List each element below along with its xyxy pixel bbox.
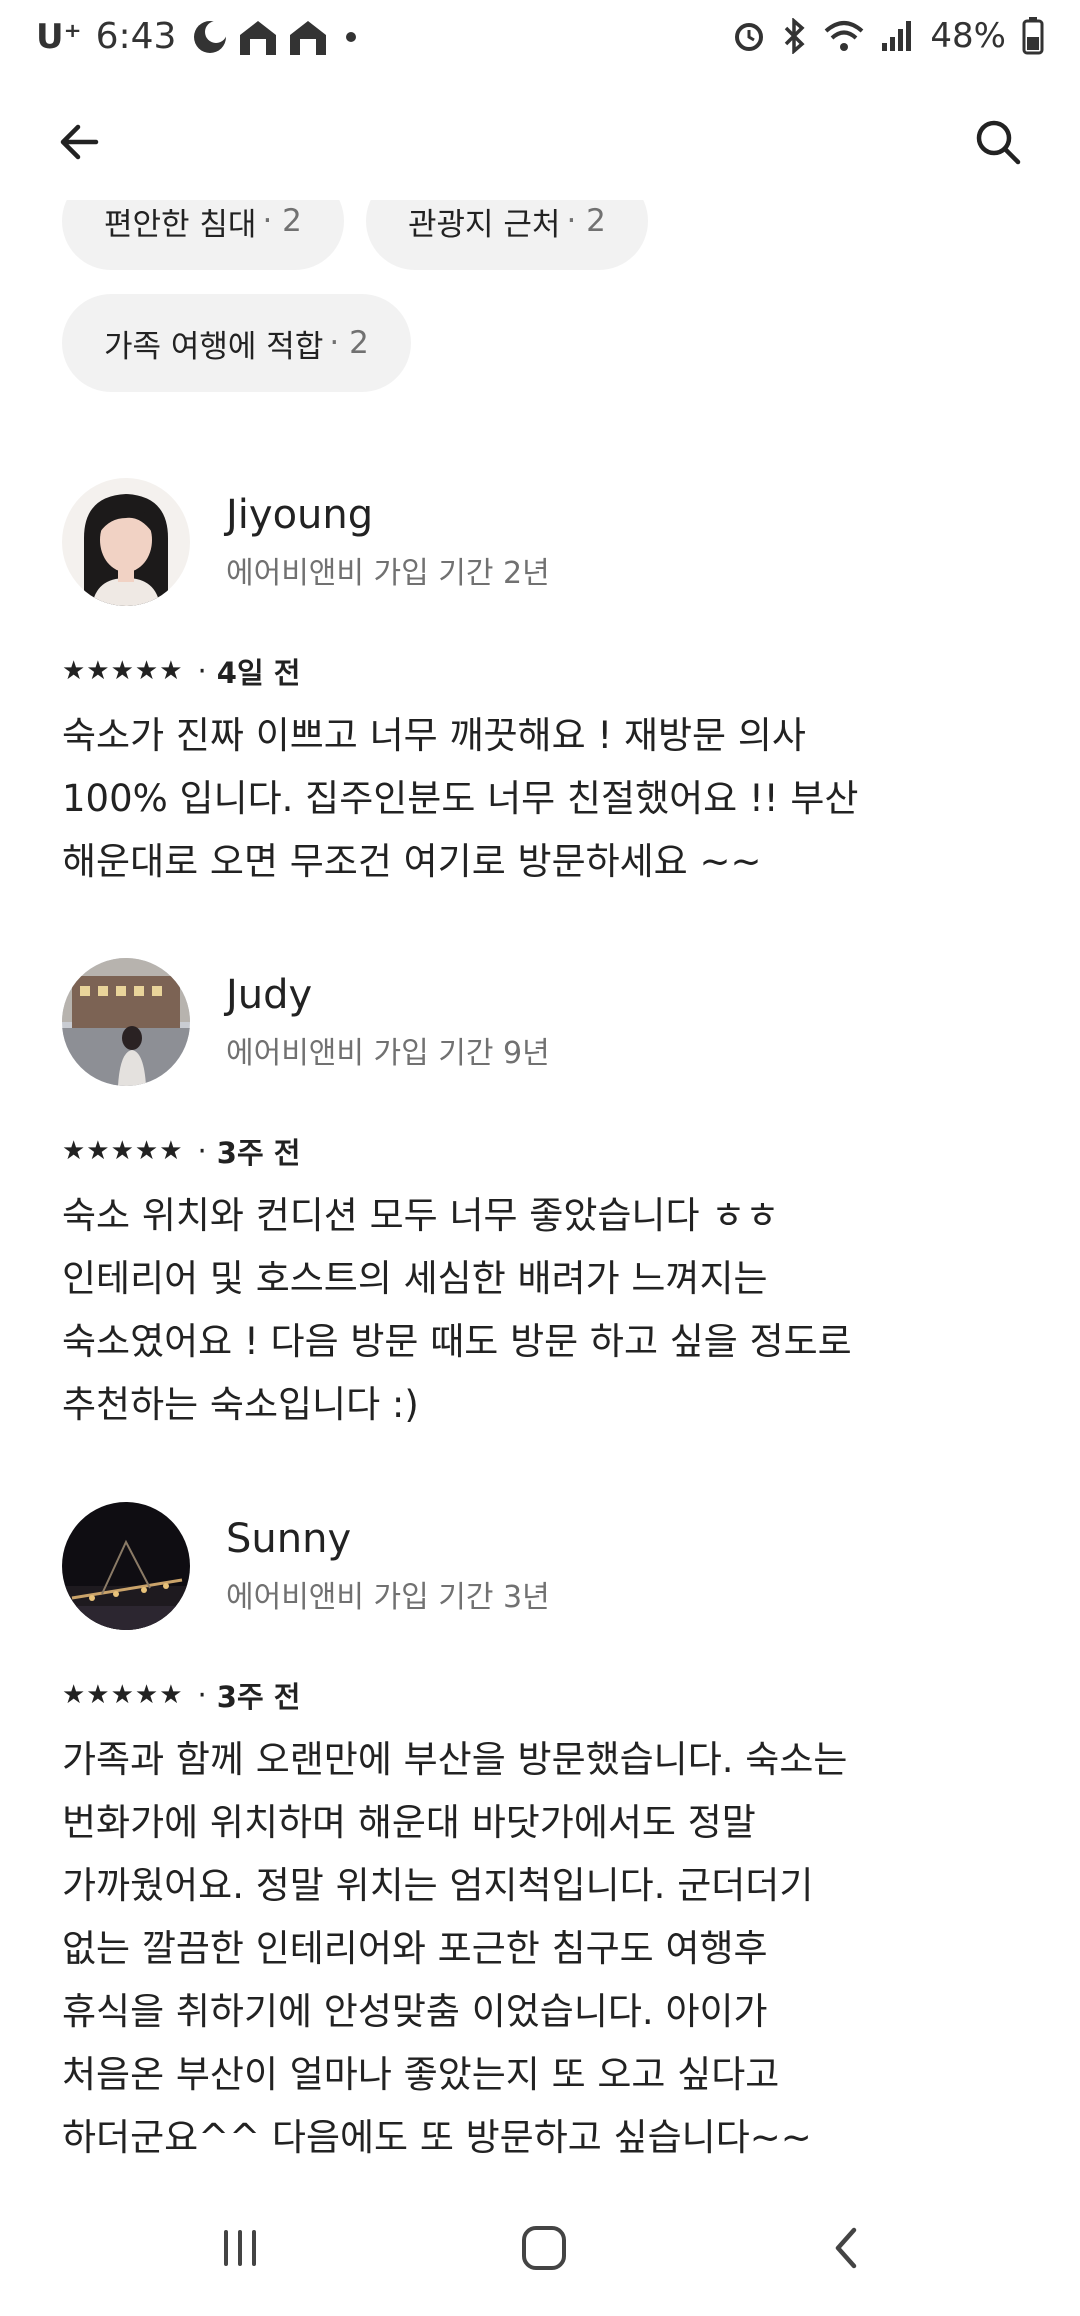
wifi-icon <box>825 21 864 51</box>
star-rating: ★★★★★ <box>62 1136 184 1166</box>
tag-count: · 2 <box>329 325 369 361</box>
separator: · <box>197 1678 207 1712</box>
review-text: 가족과 함께 오랜만에 부산을 방문했습니다. 숙소는 번화가에 위치하며 해운… <box>62 1738 848 2159</box>
search-icon[interactable] <box>968 112 1028 172</box>
bluetooth-icon <box>785 18 805 54</box>
tag-label: 관광지 근처 <box>408 206 561 243</box>
separator: · <box>197 1134 207 1168</box>
home-icon[interactable] <box>514 2218 574 2278</box>
review-text: 숙소가 진짜 이쁘고 너무 깨끗해요 ! 재방문 의사 100% 입니다. 집주… <box>62 714 859 883</box>
star-rating: ★★★★★ <box>62 656 184 686</box>
review-meta: ★★★★★ · 4일 전 <box>62 650 300 692</box>
tag-count: · 2 <box>566 203 606 239</box>
top-app-bar <box>0 80 1080 200</box>
member-since: 에어비앤비 가입 기간 3년 <box>226 1580 550 1615</box>
member-since: 에어비앤비 가입 기간 2년 <box>226 556 550 591</box>
nav-back-icon[interactable] <box>818 2218 878 2278</box>
status-bar: U⁺ 6:43 48% <box>0 0 1080 80</box>
star-rating: ★★★★★ <box>62 1680 184 1710</box>
avatar[interactable] <box>62 1502 190 1630</box>
reviewer-name[interactable]: Judy <box>226 972 312 1018</box>
review-date: 4일 전 <box>216 656 301 690</box>
review-date: 3주 전 <box>216 1136 301 1170</box>
signal-icon <box>882 21 912 51</box>
alarm-icon <box>735 23 764 51</box>
reviewer-name[interactable]: Sunny <box>226 1516 351 1562</box>
review-meta: ★★★★★ · 3주 전 <box>62 1674 300 1716</box>
review-meta: ★★★★★ · 3주 전 <box>62 1130 300 1172</box>
reviewer-name[interactable]: Jiyoung <box>226 492 373 538</box>
tag-label: 가족 여행에 적합 <box>104 328 324 365</box>
tag-label: 편안한 침대 <box>104 206 257 243</box>
avatar[interactable] <box>62 958 190 1086</box>
notification-dot-icon <box>346 31 357 42</box>
moon-icon <box>194 20 228 53</box>
member-since: 에어비앤비 가입 기간 9년 <box>226 1036 550 1071</box>
tag-count: · 2 <box>262 203 302 239</box>
house-icon <box>290 20 327 55</box>
back-arrow-icon[interactable] <box>52 112 112 172</box>
review-tags: 편안한 침대 · 2 관광지 근처 · 2 가족 여행에 적합 · 2 <box>0 180 1080 400</box>
carrier-label: U⁺ <box>36 16 82 57</box>
recent-apps-icon[interactable] <box>210 2218 270 2278</box>
system-navigation-bar <box>0 2180 1080 2316</box>
review-date: 3주 전 <box>216 1680 301 1714</box>
house-icon <box>240 20 277 55</box>
clock: 6:43 <box>95 16 177 57</box>
avatar[interactable] <box>62 478 190 606</box>
battery-percent: 48% <box>930 16 1006 56</box>
separator: · <box>197 654 207 688</box>
battery-icon <box>1022 17 1044 55</box>
tag-chip[interactable]: 가족 여행에 적합 · 2 <box>62 294 411 392</box>
review-text: 숙소 위치와 컨디션 모두 너무 좋았습니다 ㅎㅎ 인테리어 및 호스트의 세심… <box>62 1194 852 1426</box>
